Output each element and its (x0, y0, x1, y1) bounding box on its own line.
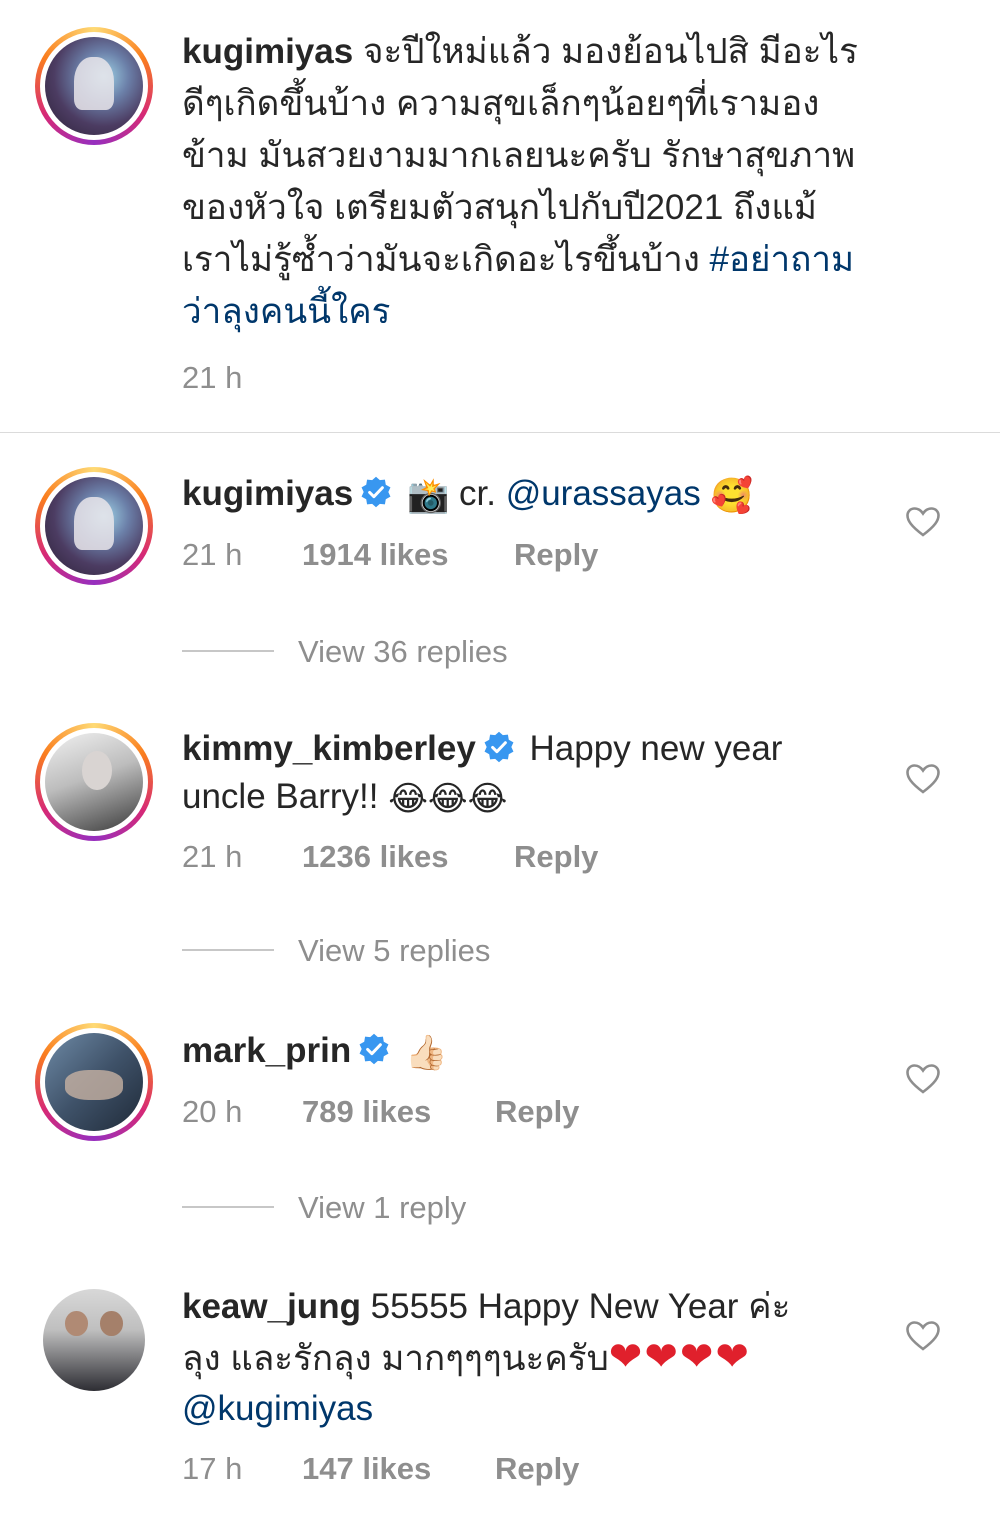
comment-body: Happy new year (529, 729, 783, 768)
reply-button[interactable]: Reply (514, 839, 598, 875)
view-replies-button[interactable]: View 1 reply (298, 1190, 466, 1226)
space-character-avatar-icon (45, 477, 143, 575)
view-replies-line (182, 1206, 274, 1208)
caption-line-2: ดีๆเกิดขึ้นบ้าง ความสุขเล็กๆน้อยๆที่เราม… (182, 84, 820, 123)
comment-avatar[interactable] (35, 723, 153, 841)
comment-text: mark_prin 👍🏻 (182, 1025, 882, 1077)
like-heart-icon[interactable] (905, 1320, 941, 1352)
reply-button[interactable]: Reply (495, 1094, 579, 1130)
laughing-tears-icon: 😂😂😂 (388, 779, 508, 819)
portrait-avatar-icon (45, 733, 143, 831)
comment-mention[interactable]: @urassayas (506, 474, 701, 513)
caption-time: 21 h (182, 360, 243, 395)
caption-avatar[interactable] (35, 27, 153, 145)
camera-flash-icon: 📸 (406, 476, 450, 516)
comment-text: kimmy_kimberley Happy new year uncle Bar… (182, 725, 882, 821)
comment-body-cont: ลุง และรักลุง มากๆๆๆนะครับ (182, 1339, 609, 1378)
comment-avatar[interactable] (35, 1023, 153, 1141)
comment-username[interactable]: mark_prin (182, 1031, 351, 1070)
comment-username[interactable]: kugimiyas (182, 474, 353, 513)
view-replies-button[interactable]: View 36 replies (298, 634, 508, 670)
view-replies-line (182, 650, 274, 652)
caption-line-5: เราไม่รู้ซ้ำว่ามันจะเกิดอะไรขึ้นบ้าง (182, 240, 710, 279)
comment-likes[interactable]: 789 likes (302, 1094, 431, 1130)
verified-badge-icon (359, 1033, 389, 1065)
comment-time: 21 h (182, 537, 243, 572)
comment-body: 55555 Happy New Year ค่ะ (360, 1287, 791, 1326)
caption-line-1: จะปีใหม่แล้ว มองย้อนไปสิ มีอะไร (362, 32, 858, 71)
comment-meta: 20 h 789 likes Reply (182, 1094, 579, 1130)
caption-line-4: ของหัวใจ เตรียมตัวสนุกไปกับปี2021 ถึงแม้ (182, 188, 817, 227)
comment-avatar[interactable] (35, 467, 153, 585)
comment-meta: 17 h 147 likes Reply (182, 1451, 579, 1487)
reply-button[interactable]: Reply (514, 537, 598, 573)
space-character-avatar-icon (45, 37, 143, 135)
caption-username[interactable]: kugimiyas (182, 32, 353, 71)
view-replies-line (182, 949, 274, 951)
comment-meta: 21 h 1914 likes Reply (182, 537, 598, 573)
comment-time: 21 h (182, 839, 243, 874)
like-heart-icon[interactable] (905, 1063, 941, 1095)
caption-hashtag[interactable]: #อย่าถาม (710, 240, 855, 279)
divider (0, 432, 1000, 433)
comment-username[interactable]: kimmy_kimberley (182, 729, 476, 768)
sleeping-man-avatar-icon (45, 1033, 143, 1131)
caption-meta: 21 h (182, 360, 242, 396)
comment-username[interactable]: keaw_jung (182, 1287, 361, 1326)
post-caption: kugimiyas จะปีใหม่แล้ว มองย้อนไปสิ มีอะไ… (0, 0, 1000, 432)
comment-likes[interactable]: 1914 likes (302, 537, 449, 573)
smiling-hearts-icon: 🥰 (710, 476, 753, 516)
like-heart-icon[interactable] (905, 506, 941, 538)
comment-time: 20 h (182, 1094, 243, 1129)
comment-avatar[interactable] (43, 1289, 145, 1391)
comment-text: kugimiyas 📸 cr. @urassayas 🥰 (182, 468, 882, 520)
comment-body-cont: uncle Barry!! (182, 777, 389, 816)
verified-badge-icon (361, 476, 391, 508)
comment-meta: 21 h 1236 likes Reply (182, 839, 598, 875)
comment-body: cr. (449, 474, 506, 513)
view-replies-button[interactable]: View 5 replies (298, 933, 490, 969)
comment-likes[interactable]: 147 likes (302, 1451, 431, 1487)
red-hearts-icon: ❤❤❤❤ (608, 1335, 751, 1379)
reply-button[interactable]: Reply (495, 1451, 579, 1487)
thumbs-up-icon: 👍🏻 (404, 1033, 448, 1073)
comment-mention[interactable]: @kugimiyas (182, 1389, 373, 1428)
caption-line-3: ข้าม มันสวยงามมากเลยนะครับ รักษาสุขภาพ (182, 136, 856, 175)
verified-badge-icon (484, 731, 514, 763)
caption-text: kugimiyas จะปีใหม่แล้ว มองย้อนไปสิ มีอะไ… (182, 26, 972, 338)
caption-hashtag-cont[interactable]: ว่าลุงคนนี้ใคร (182, 292, 390, 331)
comment-likes[interactable]: 1236 likes (302, 839, 449, 875)
comment-text: keaw_jung 55555 Happy New Year ค่ะ ลุง แ… (182, 1282, 882, 1434)
comment-time: 17 h (182, 1451, 243, 1486)
like-heart-icon[interactable] (905, 763, 941, 795)
